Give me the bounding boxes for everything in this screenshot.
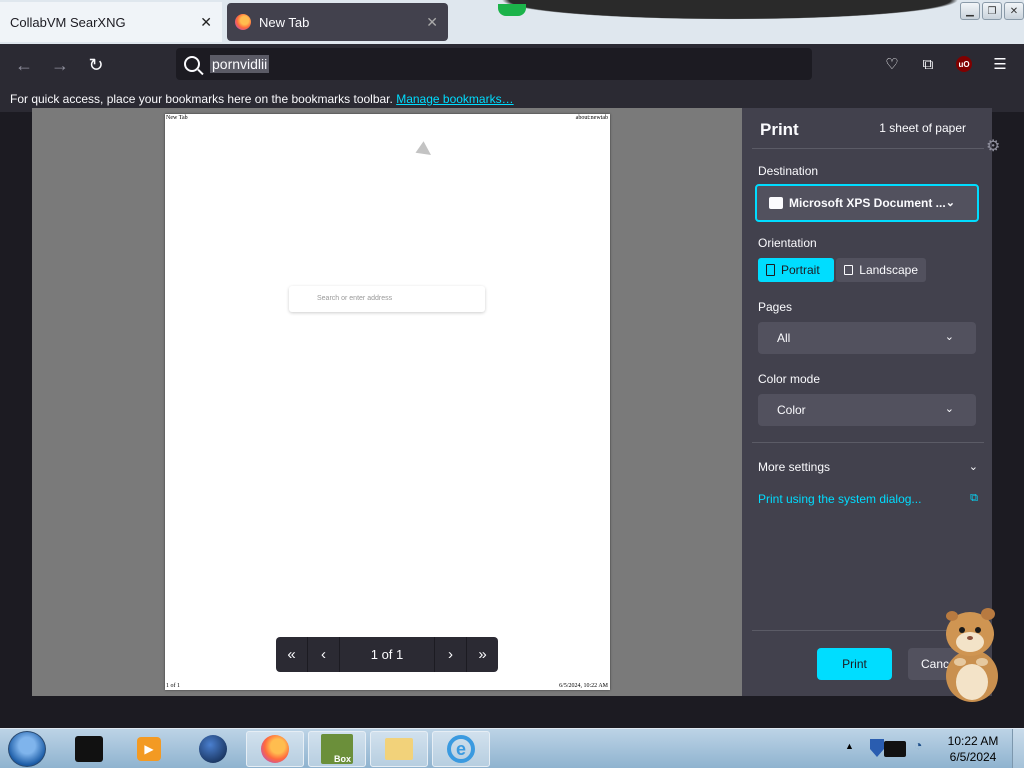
network-icon[interactable]: ◔ <box>914 737 936 759</box>
extensions-icon[interactable]: ⧉ <box>918 54 938 74</box>
tray-device-icon[interactable] <box>866 735 910 761</box>
portrait-label: Portrait <box>781 263 820 277</box>
pages-select[interactable]: All ⌄ <box>758 322 976 354</box>
page-footer-left: 1 of 1 <box>166 683 180 689</box>
external-link-icon: ⧉ <box>970 492 978 504</box>
taskbar-app-black-box[interactable] <box>60 731 118 767</box>
folder-icon <box>385 738 413 760</box>
next-page-button[interactable]: › <box>434 637 466 672</box>
tab-new-tab[interactable]: New Tab ✕ <box>227 3 448 41</box>
preview-page: New Tab about:newtab Search or enter add… <box>165 114 610 690</box>
box-label: Box <box>333 754 351 764</box>
minimize-button[interactable]: ▁ <box>960 2 980 20</box>
tab-close-icon[interactable]: ✕ <box>426 14 438 31</box>
ie-icon: e <box>447 735 475 763</box>
taskbar-ie[interactable]: e <box>432 731 490 767</box>
navigation-toolbar: ← → ↻ pornvidlii ♡ ⧉ uO ☰ <box>0 44 1024 86</box>
sheet-count: 1 sheet of paper <box>879 121 966 135</box>
system-dialog-label: Print using the system dialog... <box>758 492 922 506</box>
chevron-down-icon: ⌄ <box>944 403 954 415</box>
show-desktop-button[interactable] <box>1012 729 1024 768</box>
pages-label: Pages <box>758 300 793 314</box>
media-player-icon: ▶ <box>137 737 161 761</box>
color-mode-value: Color <box>777 403 806 417</box>
titlebar-ornament <box>470 0 990 22</box>
taskbar: ▶ Box e ▲ ◔ 10:22 AM 6/5/2024 <box>0 728 1024 768</box>
black-box-icon <box>75 736 103 762</box>
tray-expand-icon[interactable]: ▲ <box>845 741 854 751</box>
box-app-icon: Box <box>321 734 353 764</box>
page-header-left: New Tab <box>166 115 188 121</box>
hamster-sticker <box>946 608 998 702</box>
clock[interactable]: 10:22 AM 6/5/2024 <box>940 733 1006 765</box>
page-navigator: « ‹ 1 of 1 › » <box>276 637 498 672</box>
orientation-label: Orientation <box>758 236 817 250</box>
manage-bookmarks-link[interactable]: Manage bookmarks… <box>396 92 513 106</box>
gear-icon[interactable]: ⚙ <box>986 136 1000 156</box>
landscape-icon <box>844 265 854 275</box>
bookmarks-hint: For quick access, place your bookmarks h… <box>10 92 393 106</box>
reload-button[interactable]: ↻ <box>84 54 108 76</box>
color-mode-label: Color mode <box>758 372 821 386</box>
page-footer-right: 6/5/2024, 10:22 AM <box>559 683 608 689</box>
first-page-button[interactable]: « <box>276 637 308 672</box>
ornament-green <box>498 4 526 16</box>
taskbar-box-app[interactable]: Box <box>308 731 366 767</box>
print-title: Print <box>760 120 799 139</box>
search-icon <box>184 56 200 72</box>
chevron-down-icon: ⌄ <box>945 197 955 209</box>
portrait-icon <box>766 264 775 276</box>
taskbar-explorer[interactable] <box>370 731 428 767</box>
url-input[interactable]: pornvidlii <box>210 55 270 73</box>
taskbar-globe[interactable] <box>184 731 242 767</box>
menu-icon[interactable]: ☰ <box>990 54 1010 74</box>
clock-date: 6/5/2024 <box>949 750 997 764</box>
chevron-down-icon: ⌄ <box>944 331 954 343</box>
more-settings-label: More settings <box>758 460 831 474</box>
pages-value: All <box>777 331 791 345</box>
more-settings-toggle[interactable]: More settings ⌄ <box>758 460 978 474</box>
preview-search-box: Search or enter address <box>289 286 485 312</box>
forward-button[interactable]: → <box>48 54 72 76</box>
divider <box>752 148 984 149</box>
destination-label: Destination <box>758 164 819 178</box>
window-controls: ▁ ❐ ✕ <box>960 2 1024 20</box>
portrait-toggle[interactable]: Portrait <box>758 258 834 282</box>
restore-button[interactable]: ❐ <box>982 2 1002 20</box>
start-button[interactable] <box>8 731 46 767</box>
taskbar-media-player[interactable]: ▶ <box>120 731 178 767</box>
last-page-button[interactable]: » <box>466 637 498 672</box>
close-window-button[interactable]: ✕ <box>1004 2 1024 20</box>
pocket-icon[interactable]: ♡ <box>882 54 902 74</box>
landscape-toggle[interactable]: Landscape <box>836 258 926 282</box>
system-dialog-link[interactable]: Print using the system dialog... ⧉ <box>758 492 978 506</box>
tab-close-icon[interactable]: ✕ <box>200 14 212 31</box>
url-bar[interactable]: pornvidlii <box>176 48 812 80</box>
destination-value: Microsoft XPS Document ... <box>789 196 946 210</box>
firefox-icon <box>261 735 289 763</box>
print-button[interactable]: Print <box>817 648 892 680</box>
tab-strip: CollabVM SearXNG ✕ New Tab ✕ ▁ ❐ ✕ <box>0 0 1024 44</box>
back-button[interactable]: ← <box>12 54 36 76</box>
tab-title: CollabVM SearXNG <box>10 14 126 30</box>
destination-select[interactable]: Microsoft XPS Document ... ⌄ <box>755 184 979 222</box>
taskbar-firefox[interactable] <box>246 731 304 767</box>
printer-icon <box>769 197 783 209</box>
tab-collabvm-searxng[interactable]: CollabVM SearXNG ✕ <box>0 2 222 42</box>
globe-icon <box>199 735 227 763</box>
color-mode-select[interactable]: Color ⌄ <box>758 394 976 426</box>
prev-page-button[interactable]: ‹ <box>308 637 340 672</box>
page-header-right: about:newtab <box>575 115 608 121</box>
clock-time: 10:22 AM <box>947 734 999 748</box>
cursor-arrow-icon <box>415 141 447 169</box>
firefox-icon <box>235 14 251 30</box>
landscape-label: Landscape <box>859 263 918 277</box>
ublock-icon[interactable]: uO <box>954 54 974 74</box>
tray-device-art <box>870 739 906 757</box>
tab-title: New Tab <box>259 14 310 30</box>
page-indicator: 1 of 1 <box>370 647 404 662</box>
divider <box>752 442 984 443</box>
chevron-down-icon: ⌄ <box>968 461 978 473</box>
